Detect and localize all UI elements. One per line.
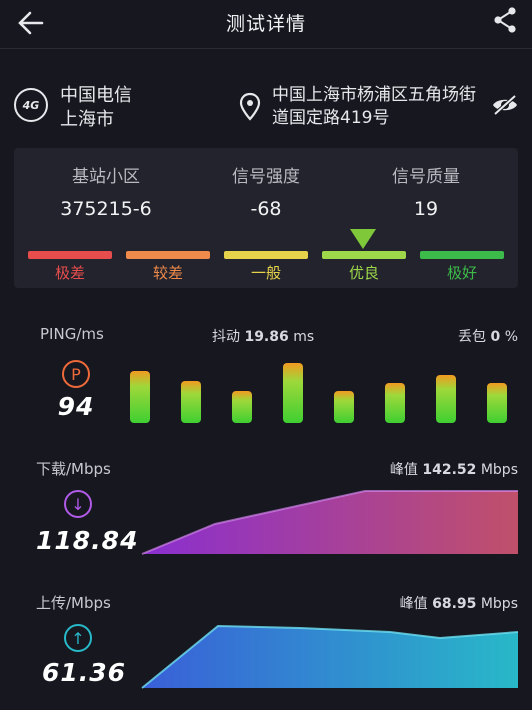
level-label-poor: 较差 bbox=[152, 264, 183, 282]
upload-arrow-icon: ↑ bbox=[64, 624, 92, 652]
header-divider bbox=[0, 48, 532, 49]
share-button[interactable] bbox=[490, 5, 520, 35]
level-bar-poor bbox=[126, 251, 210, 259]
ping-bar bbox=[181, 381, 201, 423]
location-address: 中国上海市杨浦区五角场街道国定路419号 bbox=[272, 85, 476, 128]
level-label-fair: 一般 bbox=[250, 264, 281, 282]
signal-strength-label: 信号强度 bbox=[232, 167, 300, 187]
level-bar-very-poor bbox=[28, 251, 112, 259]
cell-id-label: 基站小区 bbox=[72, 167, 140, 187]
cell-id-value: 375215-6 bbox=[60, 198, 152, 220]
ping-label: PING/ms bbox=[40, 325, 104, 343]
ping-bar-chart bbox=[130, 350, 530, 425]
download-arrow-icon: ↓ bbox=[64, 490, 92, 518]
upload-peak-value: 68.95 bbox=[432, 596, 477, 612]
ping-bar bbox=[232, 391, 252, 423]
page-title: 测试详情 bbox=[225, 13, 306, 35]
ping-bar bbox=[130, 371, 150, 423]
upload-peak-stat: 峰值 68.95 Mbps bbox=[330, 593, 518, 613]
jitter-label: 抖动 bbox=[212, 329, 240, 345]
level-label-good: 优良 bbox=[348, 264, 379, 282]
ping-bar bbox=[487, 383, 507, 423]
hide-address-button[interactable] bbox=[490, 94, 520, 116]
carrier-name: 中国电信 bbox=[60, 85, 132, 106]
download-peak-label: 峰值 bbox=[389, 462, 418, 478]
signal-strength-value: -68 bbox=[250, 198, 282, 220]
signal-quality-label: 信号质量 bbox=[392, 167, 460, 187]
jitter-unit: ms bbox=[293, 329, 315, 345]
download-label: 下载/Mbps bbox=[36, 460, 111, 478]
download-peak-unit: Mbps bbox=[480, 462, 518, 478]
ping-icon: P bbox=[62, 360, 90, 388]
signal-level-marker-icon bbox=[350, 229, 376, 249]
network-type-icon: 4G bbox=[14, 88, 48, 122]
eye-off-icon bbox=[493, 94, 517, 116]
packet-loss-label: 丢包 bbox=[458, 329, 487, 345]
download-peak-stat: 峰值 142.52 Mbps bbox=[330, 459, 518, 479]
level-label-very-poor: 极差 bbox=[54, 264, 85, 282]
level-label-excellent: 极好 bbox=[446, 264, 477, 282]
ping-bar bbox=[385, 383, 405, 423]
download-peak-value: 142.52 bbox=[422, 462, 477, 478]
upload-speed-graph bbox=[141, 624, 519, 689]
level-bar-good bbox=[322, 251, 406, 259]
upload-value: 61.36 bbox=[42, 658, 127, 687]
ping-value: 94 bbox=[57, 392, 95, 421]
location-pin-icon bbox=[239, 92, 261, 121]
upload-peak-label: 峰值 bbox=[399, 596, 428, 612]
ping-bar bbox=[334, 391, 354, 423]
ping-bar bbox=[283, 363, 303, 423]
signal-quality-value: 19 bbox=[413, 198, 439, 220]
jitter-value: 19.86 bbox=[244, 329, 289, 345]
level-bar-fair bbox=[224, 251, 308, 259]
download-value: 118.84 bbox=[36, 526, 139, 555]
ping-bar bbox=[436, 375, 456, 423]
level-bar-excellent bbox=[420, 251, 504, 259]
packet-loss-stat: 丢包 0 % bbox=[400, 326, 518, 346]
packet-loss-value: 0 bbox=[490, 329, 501, 345]
upload-peak-unit: Mbps bbox=[480, 596, 518, 612]
share-icon bbox=[494, 7, 516, 33]
download-speed-graph bbox=[141, 490, 518, 555]
packet-loss-unit: % bbox=[504, 329, 518, 345]
upload-label: 上传/Mbps bbox=[36, 594, 111, 612]
jitter-stat: 抖动 19.86 ms bbox=[212, 326, 314, 346]
carrier-city: 上海市 bbox=[60, 109, 114, 130]
